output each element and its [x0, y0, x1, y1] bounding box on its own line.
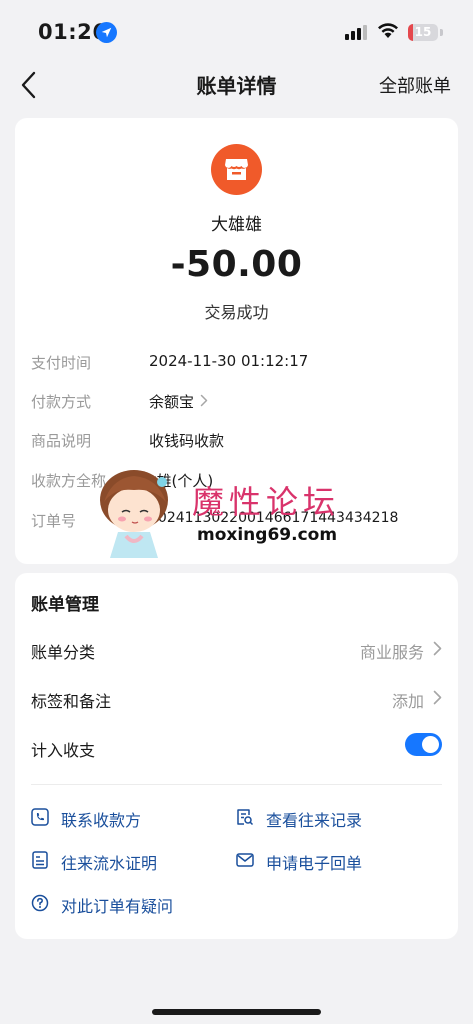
- include-toggle[interactable]: [405, 733, 442, 756]
- wifi-icon: [378, 23, 398, 38]
- row-label: 标签和备注: [31, 692, 112, 711]
- transaction-status: 交易成功: [204, 303, 269, 322]
- nav-bar: 账单详情 全部账单: [0, 62, 473, 110]
- action-label: 申请电子回单: [266, 854, 363, 873]
- detail-value: 余额宝: [149, 393, 195, 411]
- statement-icon: [32, 851, 48, 869]
- status-bar: 01:26 15: [0, 0, 473, 62]
- mail-icon: [236, 853, 254, 867]
- row-value: 商业服务: [359, 643, 424, 662]
- detail-value: *雄(个人): [149, 472, 214, 490]
- chevron-right-icon: [433, 690, 442, 705]
- action-label: 查看往来记录: [266, 811, 363, 830]
- battery-text: 15: [414, 25, 432, 39]
- detail-value-wrap: 余额宝: [149, 391, 208, 412]
- all-bills-link[interactable]: 全部账单: [379, 72, 451, 98]
- phone-icon: [31, 808, 49, 826]
- row-label: 账单分类: [31, 643, 96, 662]
- row-label: 计入收支: [31, 741, 96, 760]
- divider: [31, 784, 442, 785]
- detail-value: 20241130220014661714434342​18: [149, 510, 399, 526]
- detail-label: 收款方全称: [31, 472, 107, 490]
- bill-management-card: 账单管理 账单分类 商业服务 标签和备注 添加 计入收支 联系收款方 查看往来记…: [15, 573, 458, 939]
- transaction-amount: -50.00: [170, 244, 303, 285]
- detail-value: 2024-11-30 01:12:17: [149, 352, 309, 370]
- detail-label: 付款方式: [31, 393, 92, 411]
- detail-value: 收钱码收款: [149, 432, 225, 450]
- detail-label: 订单号: [31, 512, 77, 530]
- merchant-logo: [211, 144, 262, 195]
- row-value: 添加: [391, 692, 424, 711]
- location-arrow-icon: [96, 22, 117, 43]
- detail-row-payee: 收款方全称 *雄(个人): [31, 470, 442, 494]
- detail-row-order-no: 订单号 20241130220014661714434342​18: [31, 510, 442, 534]
- record-search-icon: [237, 809, 254, 826]
- chevron-right-icon: [433, 641, 442, 656]
- cellular-signal-icon: [345, 25, 367, 40]
- action-label: 联系收款方: [61, 811, 142, 830]
- transaction-card: 大雄雄 -50.00 交易成功 支付时间 2024-11-30 01:12:17…: [15, 118, 458, 564]
- battery-icon: 15: [408, 24, 438, 41]
- home-indicator: [152, 1009, 321, 1015]
- toggle-knob: [422, 736, 439, 753]
- include-in-stats-row: 计入收支: [31, 733, 442, 761]
- detail-label: 商品说明: [31, 432, 92, 450]
- question-circle-icon: [31, 894, 49, 912]
- shop-icon: [225, 159, 248, 180]
- section-title: 账单管理: [31, 595, 99, 615]
- chevron-right-icon: [200, 394, 208, 407]
- merchant-name: 大雄雄: [211, 215, 262, 235]
- detail-label: 支付时间: [31, 354, 92, 372]
- detail-row-pay-time: 支付时间 2024-11-30 01:12:17: [31, 352, 442, 376]
- detail-row-pay-method[interactable]: 付款方式 余额宝: [31, 391, 442, 415]
- action-label: 往来流水证明: [61, 854, 158, 873]
- tags-notes-row[interactable]: 标签和备注 添加: [31, 686, 442, 712]
- detail-row-description: 商品说明 收钱码收款: [31, 430, 442, 454]
- action-label: 对此订单有疑问: [61, 897, 174, 916]
- bill-category-row[interactable]: 账单分类 商业服务: [31, 637, 442, 663]
- battery-cap: [440, 29, 443, 36]
